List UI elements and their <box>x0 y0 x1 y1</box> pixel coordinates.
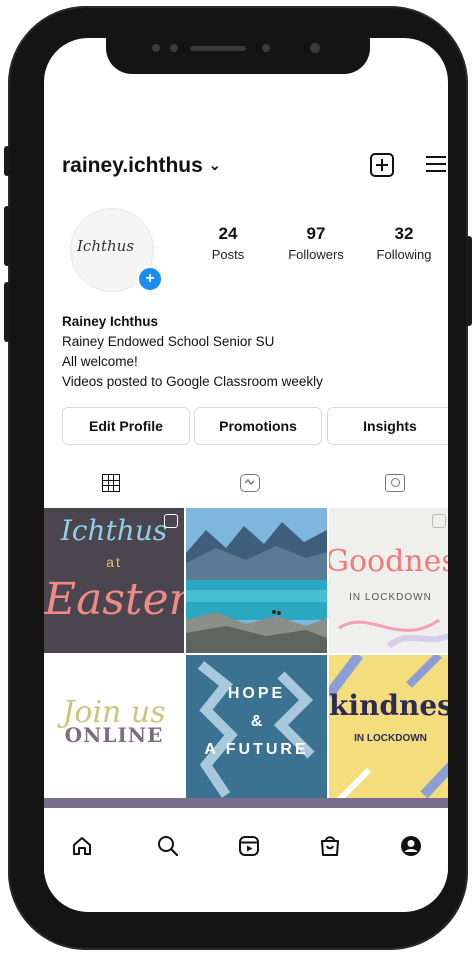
search-icon[interactable] <box>156 834 180 858</box>
profile-bio: Rainey Ichthus Rainey Endowed School Sen… <box>62 312 323 392</box>
following-label: Following <box>376 247 432 262</box>
volume-down-button <box>4 282 10 342</box>
reels-icon[interactable] <box>240 474 260 492</box>
posts-label: Posts <box>211 247 245 262</box>
profile-header: rainey.ichthus ⌄ <box>44 146 448 190</box>
promotions-button[interactable]: Promotions <box>194 407 322 445</box>
reels-icon[interactable] <box>237 834 261 858</box>
grid-icon[interactable] <box>102 474 120 492</box>
phone-frame: rainey.ichthus ⌄ Ichthus + 24 Posts 97 Fo… <box>4 6 472 950</box>
bio-line: Rainey Endowed School Senior SU <box>62 334 275 349</box>
profile-tabs <box>44 468 448 502</box>
bottom-nav <box>44 814 448 874</box>
volume-up-button <box>4 206 10 266</box>
sensor-dot <box>262 44 270 52</box>
post-tile[interactable]: Join us ONLINE <box>44 655 184 800</box>
sensor-dot <box>152 44 160 52</box>
post-caption: A FUTURE <box>204 741 309 758</box>
post-caption: Ichthus <box>60 514 168 547</box>
new-post-icon[interactable] <box>370 153 394 177</box>
following-stat[interactable]: 32 Following <box>364 224 444 262</box>
insights-button[interactable]: Insights <box>327 407 448 445</box>
multi-post-icon <box>164 514 178 528</box>
shop-icon[interactable] <box>318 834 342 858</box>
post-caption: kindnes <box>329 689 448 722</box>
profile-icon[interactable] <box>399 834 423 858</box>
post-tile[interactable]: Ichthus at Easter <box>44 508 184 653</box>
home-icon[interactable] <box>70 834 94 858</box>
decorative-stripes <box>329 655 448 800</box>
speaker-grille <box>190 46 246 51</box>
avatar-logo-text: Ichthus <box>77 237 135 255</box>
camera-dot <box>310 43 320 53</box>
display-name: Rainey Ichthus <box>62 314 159 329</box>
post-caption: & <box>250 713 263 730</box>
followers-stat[interactable]: 97 Followers <box>276 224 356 262</box>
post-tile[interactable]: kindnes IN LOCKDOWN <box>329 655 448 800</box>
notch <box>106 32 370 74</box>
posts-stat[interactable]: 24 Posts <box>188 224 268 262</box>
add-story-icon[interactable]: + <box>137 266 163 292</box>
tagged-icon[interactable] <box>385 474 405 492</box>
sensor-dot <box>170 44 178 52</box>
mountain-lake-photo <box>186 508 327 653</box>
multi-post-icon <box>432 514 446 528</box>
posts-row-peek <box>44 798 448 808</box>
posts-count: 24 <box>218 224 238 243</box>
post-caption: ONLINE <box>64 723 164 747</box>
chevron-down-icon: ⌄ <box>208 157 221 173</box>
post-tile[interactable]: HOPE & A FUTURE <box>186 655 327 800</box>
username-switcher[interactable]: rainey.ichthus ⌄ <box>62 154 221 178</box>
bio-line: Videos posted to Google Classroom weekly <box>62 374 323 389</box>
power-button <box>466 236 472 326</box>
post-tile[interactable]: Goodnes IN LOCKDOWN <box>329 508 448 653</box>
mute-switch <box>4 146 10 176</box>
username: rainey.ichthus <box>62 154 203 177</box>
post-caption: IN LOCKDOWN <box>354 733 427 744</box>
app-screen: rainey.ichthus ⌄ Ichthus + 24 Posts 97 Fo… <box>44 38 448 912</box>
menu-icon[interactable] <box>426 156 446 172</box>
following-count: 32 <box>394 224 414 243</box>
post-caption: at <box>106 554 122 570</box>
followers-count: 97 <box>306 224 326 243</box>
edit-profile-button[interactable]: Edit Profile <box>62 407 190 445</box>
posts-grid: Ichthus at Easter Goodnes IN LOCKDOWN Jo… <box>44 508 448 812</box>
post-caption: HOPE <box>227 685 286 702</box>
post-caption: Easter <box>44 574 184 625</box>
post-tile[interactable] <box>186 508 327 653</box>
bio-line: All welcome! <box>62 354 138 369</box>
followers-label: Followers <box>288 247 344 262</box>
decorative-swirl <box>338 618 448 649</box>
